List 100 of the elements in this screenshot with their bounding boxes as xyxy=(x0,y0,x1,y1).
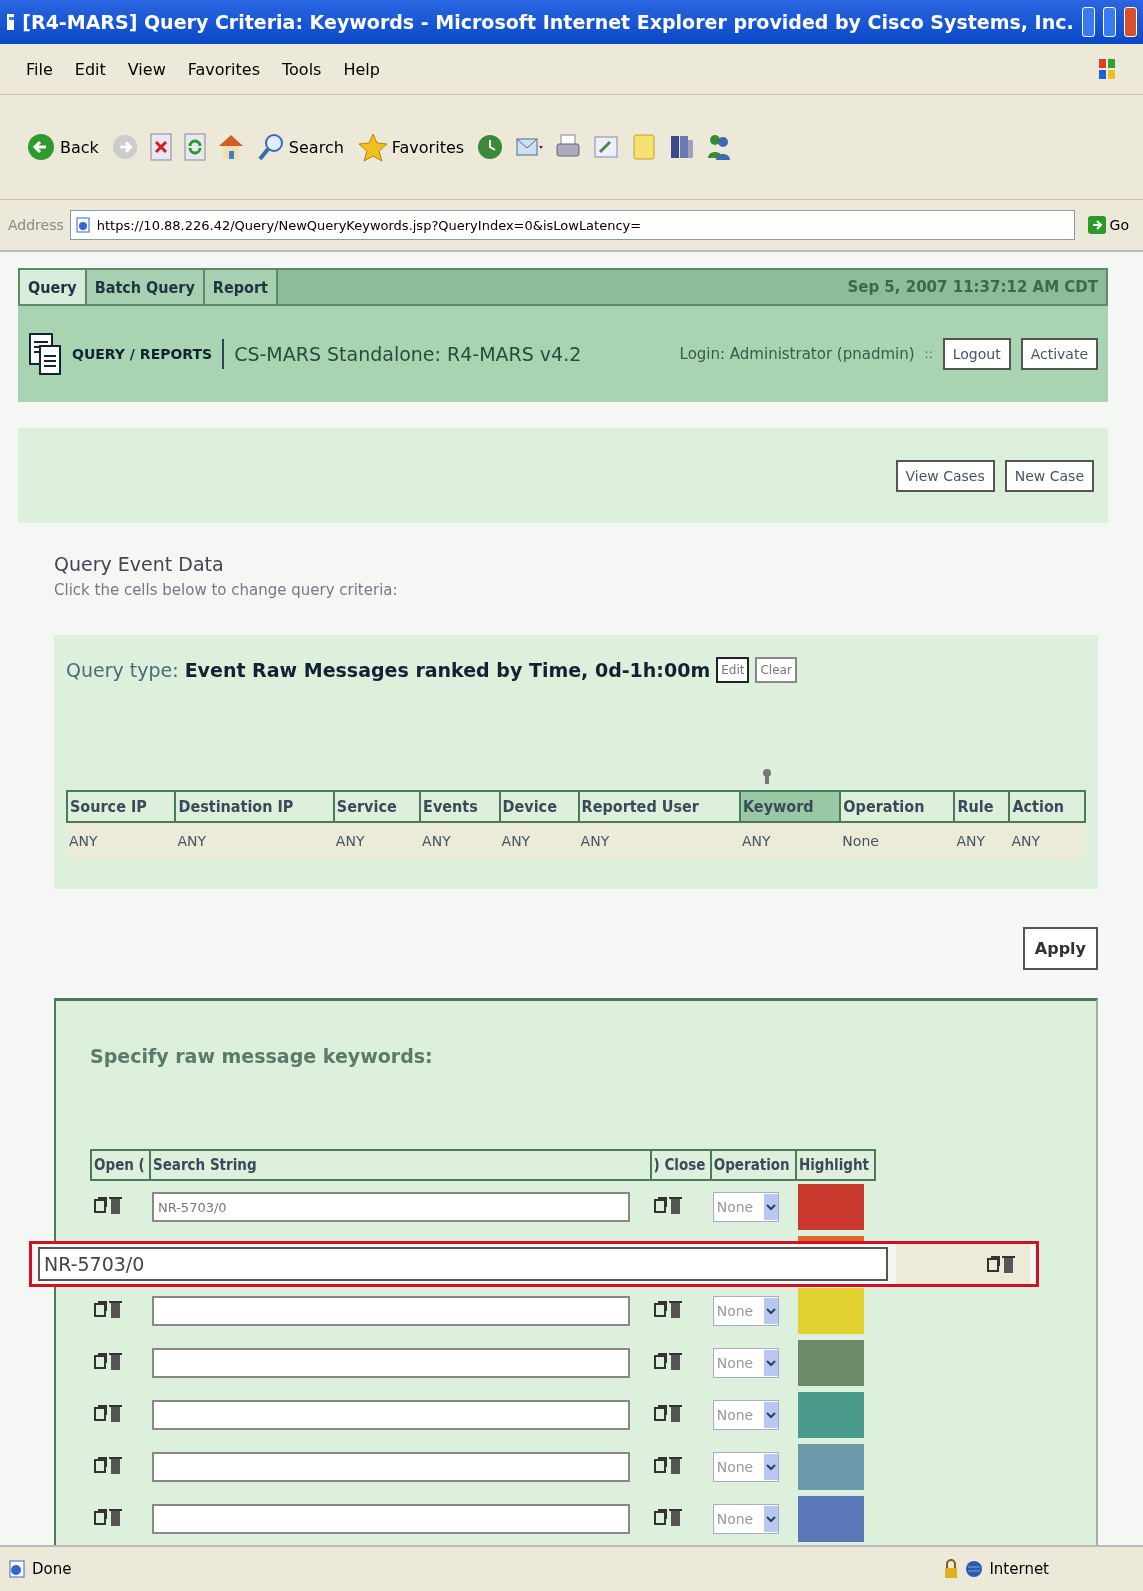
column-header[interactable]: Operation xyxy=(840,791,955,822)
table-cell[interactable]: ANY xyxy=(578,822,740,861)
table-cell[interactable]: ANY xyxy=(333,822,421,861)
nav-tab[interactable]: Batch Query xyxy=(86,270,205,304)
add-delete-icons[interactable] xyxy=(93,1194,123,1216)
product-name: CS-MARS Standalone: R4-MARS v4.2 xyxy=(234,343,582,365)
menu-item[interactable]: File xyxy=(26,59,53,79)
highlight-swatch[interactable] xyxy=(797,1444,864,1490)
column-header[interactable]: Source IP xyxy=(67,791,176,822)
people-icon[interactable] xyxy=(706,132,733,162)
toolbar-button[interactable]: Favorites xyxy=(355,130,467,164)
highlight-swatch[interactable] xyxy=(797,1392,864,1438)
column-header[interactable]: Rule xyxy=(954,791,1010,822)
column-header: Operation xyxy=(710,1150,796,1180)
column-header[interactable]: Service xyxy=(333,791,421,822)
column-header[interactable]: Events xyxy=(420,791,500,822)
table-cell[interactable]: ANY xyxy=(175,822,334,861)
search-string-field[interactable] xyxy=(151,1296,630,1326)
query-button[interactable]: Clear xyxy=(755,657,797,683)
menu-item[interactable]: Favorites xyxy=(187,59,260,79)
case-button[interactable]: View Cases xyxy=(895,459,995,492)
search-string-field[interactable] xyxy=(151,1452,630,1482)
column-header[interactable]: Action xyxy=(1009,791,1085,822)
section-heading: Query Event Data xyxy=(54,553,225,575)
add-delete-icons[interactable] xyxy=(652,1506,683,1528)
highlight-swatch[interactable] xyxy=(797,1288,864,1334)
minimize-button[interactable] xyxy=(1081,7,1095,37)
document-icon xyxy=(28,332,62,376)
add-delete-icons[interactable] xyxy=(93,1402,123,1424)
nav-tab[interactable]: Query xyxy=(20,270,87,304)
search-string-field[interactable]: NR-5703/0 xyxy=(151,1192,630,1222)
menu-item[interactable]: View xyxy=(127,59,166,79)
query-type-value: Event Raw Messages ranked by Time, 0d-1h:00m xyxy=(184,659,711,681)
add-delete-icons[interactable] xyxy=(652,1402,683,1424)
toolbar-button[interactable]: Search xyxy=(254,130,346,164)
page-icon xyxy=(8,1559,26,1579)
column-header: Highlight xyxy=(795,1150,875,1180)
history-icon[interactable] xyxy=(476,132,505,162)
section-title: QUERY / REPORTS xyxy=(72,346,213,362)
table-cell[interactable]: None xyxy=(840,822,955,861)
go-button[interactable]: Go xyxy=(1080,214,1135,236)
highlight-swatch[interactable] xyxy=(797,1340,864,1386)
toolbar-button[interactable]: Back xyxy=(24,130,101,164)
close-button[interactable] xyxy=(1123,7,1137,37)
windows-logo-icon xyxy=(1097,56,1117,82)
table-cell[interactable]: ANY xyxy=(420,822,500,861)
highlight-swatch[interactable] xyxy=(797,1496,864,1542)
stop-icon[interactable] xyxy=(148,132,173,162)
query-button[interactable]: Edit xyxy=(716,657,750,683)
table-cell[interactable]: ANY xyxy=(1009,822,1085,861)
add-delete-icons[interactable] xyxy=(93,1506,123,1528)
add-delete-icons[interactable] xyxy=(93,1454,123,1476)
maximize-button[interactable] xyxy=(1102,7,1116,37)
globe-icon xyxy=(965,1560,984,1578)
hint-text: Click the cells below to change query criteria: xyxy=(54,581,399,599)
search-string-field[interactable] xyxy=(151,1504,630,1534)
highlight-swatch[interactable] xyxy=(797,1236,864,1241)
query-type-label: Query type: xyxy=(66,659,179,681)
table-cell[interactable]: ANY xyxy=(740,822,841,861)
column-header[interactable]: Device xyxy=(499,791,579,822)
highlight-swatch[interactable] xyxy=(797,1184,864,1230)
date-time: Sep 5, 2007 11:37:12 AM CDT xyxy=(847,278,1099,296)
add-delete-icons[interactable] xyxy=(93,1350,123,1372)
window-title: [R4-MARS] Query Criteria: Keywords - Microsoft Internet Explorer provided by Cisco Systems, Inc. xyxy=(22,11,1074,33)
nav-tab[interactable]: Report xyxy=(204,270,278,304)
menu-item[interactable]: Tools xyxy=(282,59,322,79)
zone-text: Internet xyxy=(989,1560,1049,1578)
table-cell[interactable]: ANY xyxy=(954,822,1010,861)
menu-item[interactable]: Edit xyxy=(74,59,106,79)
add-delete-icons[interactable] xyxy=(652,1298,683,1320)
apply-button[interactable]: Apply xyxy=(1022,927,1098,970)
column-header[interactable]: Reported User xyxy=(578,791,740,822)
column-header[interactable]: Destination IP xyxy=(175,791,334,822)
page-icon xyxy=(74,217,91,233)
address-field[interactable]: https://10.88.226.42/Query/NewQueryKeywords.jsp?QueryIndex=0&isLowLatency= xyxy=(69,210,1075,240)
window-icon xyxy=(6,12,15,32)
status-text: Done xyxy=(32,1560,72,1578)
add-delete-icons[interactable] xyxy=(652,1350,683,1372)
panel-title: Specify raw message keywords: xyxy=(90,1045,434,1067)
lock-icon xyxy=(943,1558,960,1580)
column-header: Open ( xyxy=(91,1150,150,1180)
menu-item[interactable]: Help xyxy=(343,59,380,79)
header-button[interactable]: Logout xyxy=(942,338,1011,370)
search-string-field[interactable] xyxy=(151,1400,630,1430)
add-delete-icons[interactable] xyxy=(986,1253,1016,1275)
search-string-field[interactable] xyxy=(151,1348,630,1378)
add-delete-icons[interactable] xyxy=(652,1454,683,1476)
case-button[interactable]: New Case xyxy=(1004,459,1094,492)
refresh-icon[interactable] xyxy=(182,132,207,162)
separator-text: :: xyxy=(924,347,933,361)
search-string-field[interactable]: NR-5703/0 xyxy=(38,1247,888,1281)
login-text: Login: Administrator (pnadmin) xyxy=(679,345,915,363)
add-delete-icons[interactable] xyxy=(93,1298,123,1320)
table-cell[interactable]: ANY xyxy=(67,822,176,861)
header-button[interactable]: Activate xyxy=(1020,338,1098,370)
column-header[interactable]: Keyword xyxy=(740,791,841,822)
add-delete-icons[interactable] xyxy=(652,1194,683,1216)
address-label: Address xyxy=(8,217,64,233)
table-cell[interactable]: ANY xyxy=(499,822,579,861)
star-icon xyxy=(357,132,388,162)
